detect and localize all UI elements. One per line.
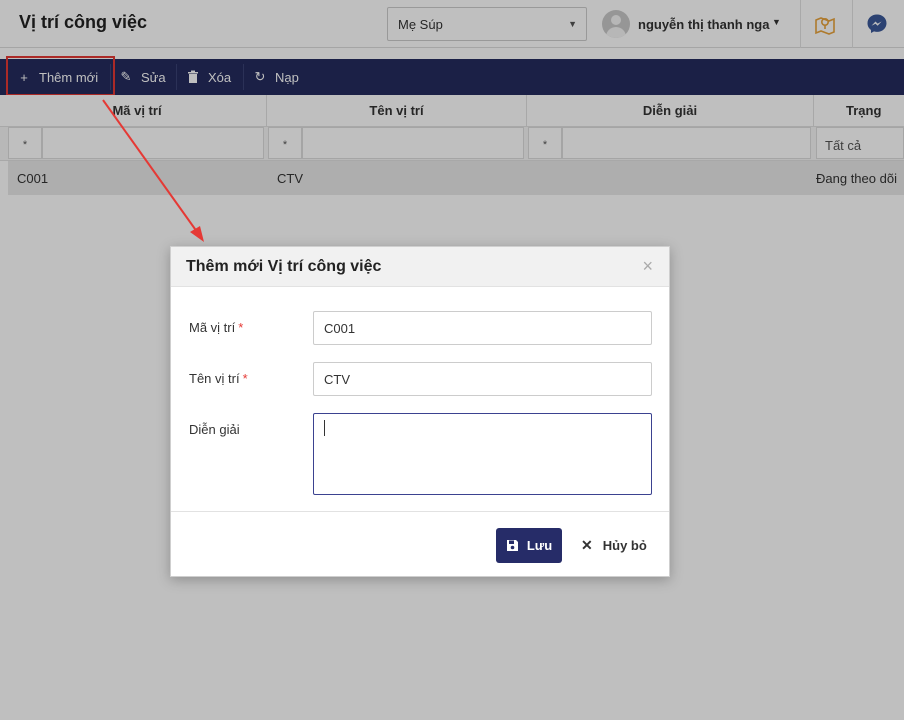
close-icon: ✕ — [581, 537, 593, 553]
name-input[interactable] — [313, 362, 652, 396]
code-label: Mã vị trí * — [189, 320, 244, 335]
code-input[interactable] — [313, 311, 652, 345]
name-label: Tên vị trí * — [189, 371, 248, 386]
dialog-header: Thêm mới Vị trí công việc × — [171, 247, 669, 287]
save-button[interactable]: Lưu — [496, 528, 562, 563]
close-icon[interactable]: × — [642, 256, 653, 277]
floppy-disk-icon — [506, 540, 518, 551]
text-caret — [324, 420, 325, 436]
cancel-button[interactable]: ✕ Hủy bỏ — [581, 528, 651, 563]
description-label: Diễn giải — [189, 422, 240, 437]
description-textarea[interactable] — [313, 413, 652, 495]
dialog-title: Thêm mới Vị trí công việc — [186, 258, 382, 275]
add-position-dialog: Thêm mới Vị trí công việc × Mã vị trí* T… — [170, 246, 670, 577]
